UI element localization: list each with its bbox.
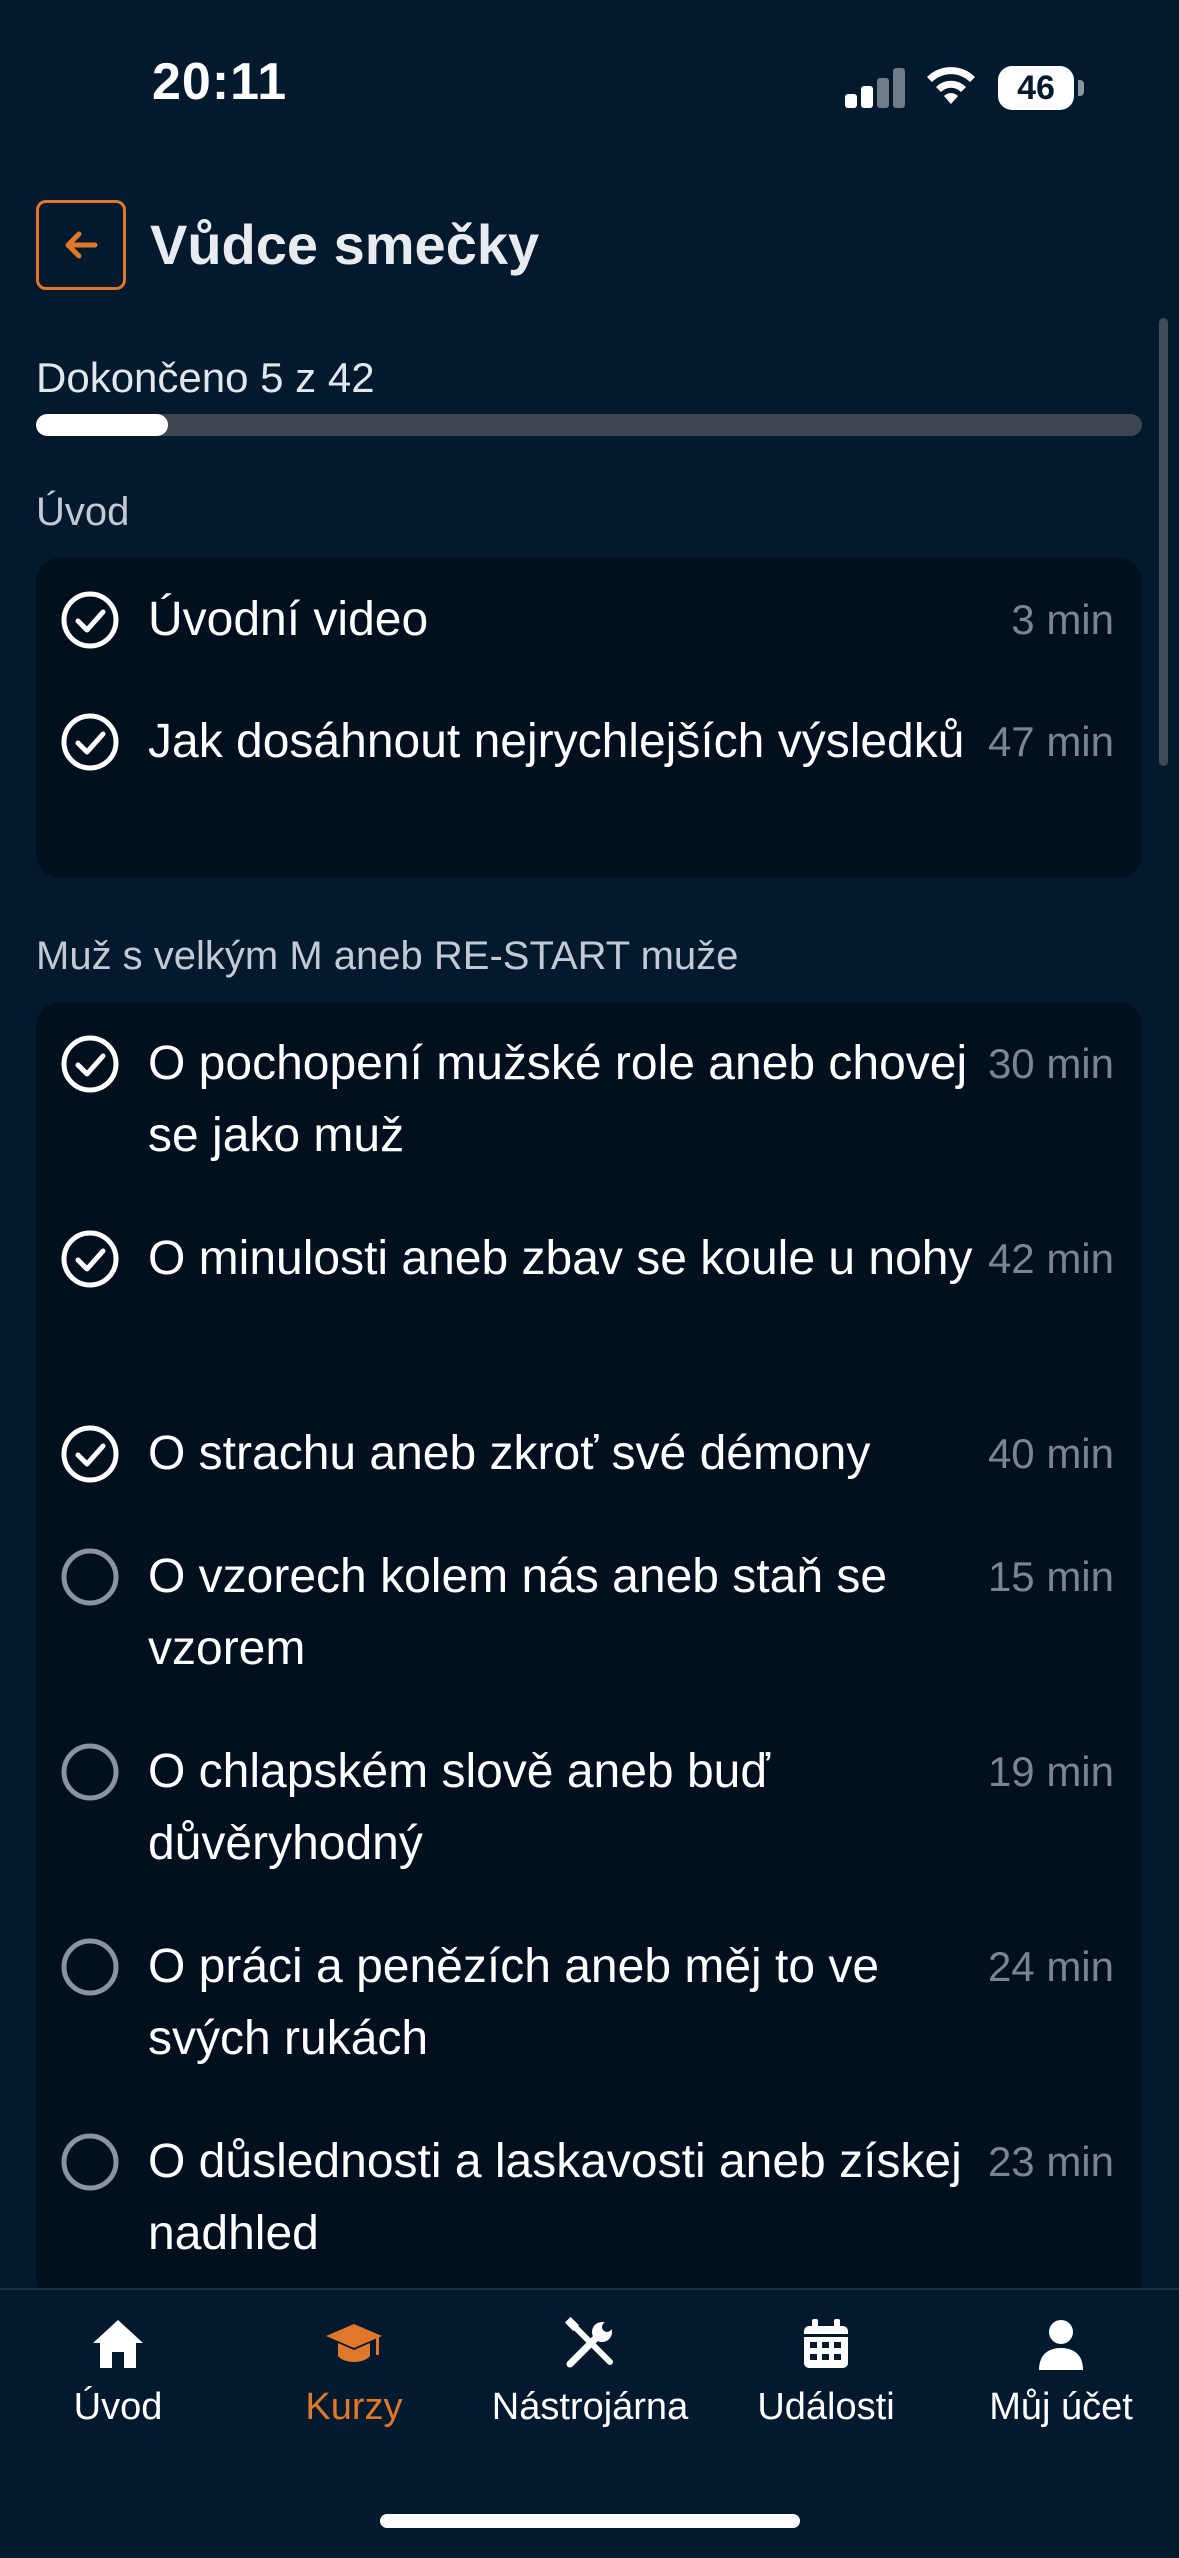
nav-item-muj-ucet[interactable]: Můj účet xyxy=(943,2314,1179,2429)
lesson-title: O práci a penězích aneb měj to ve svých … xyxy=(148,1940,880,2065)
check-circle-icon xyxy=(61,713,119,771)
empty-circle-icon xyxy=(61,1938,119,1996)
lesson-title: Úvodní video xyxy=(148,593,429,646)
lesson-title: O strachu aneb zkroť své démony xyxy=(148,1427,871,1480)
lesson-title: O chlapském slově aneb buď důvěryhodný xyxy=(148,1745,770,1870)
lesson-item[interactable]: O důslednosti a laskavosti aneb získej n… xyxy=(36,2126,1142,2270)
nav-item-uvod[interactable]: Úvod xyxy=(0,2314,236,2429)
empty-circle-icon xyxy=(61,2133,119,2191)
arrow-left-icon xyxy=(65,231,98,259)
lesson-item[interactable]: O práci a penězích aneb měj to ve svých … xyxy=(36,1931,1142,2075)
lesson-duration: 40 min xyxy=(987,1430,1114,1477)
wifi-icon xyxy=(927,67,975,104)
progress-bar-fill xyxy=(36,414,168,436)
calendar-icon xyxy=(804,2319,848,2368)
nav-item-nastrojarna[interactable]: Nástrojárna xyxy=(472,2314,708,2429)
lesson-duration: 3 min xyxy=(1011,596,1114,643)
nav-label: Nástrojárna xyxy=(491,2386,689,2428)
battery-cap xyxy=(1078,80,1084,96)
nav-item-udalosti[interactable]: Události xyxy=(708,2314,944,2429)
lesson-item[interactable]: O strachu aneb zkroť své démony 40 min xyxy=(36,1418,1142,1490)
lesson-title: O důslednosti a laskavosti aneb získej n… xyxy=(148,2135,962,2260)
status-time: 20:11 xyxy=(152,53,288,111)
back-button[interactable] xyxy=(36,200,126,290)
lesson-duration: 30 min xyxy=(987,1040,1114,1087)
user-icon xyxy=(1039,2320,1083,2370)
section-card-muz: O pochopení mužské role aneb chovej se j… xyxy=(36,1002,1142,2302)
check-circle-icon xyxy=(61,1035,119,1093)
nav-label: Můj účet xyxy=(989,2386,1133,2428)
progress-bar xyxy=(36,414,1142,436)
check-circle-icon xyxy=(61,1230,119,1288)
cellular-signal-icon xyxy=(845,68,905,108)
nav-label: Události xyxy=(757,2386,895,2428)
lesson-title: O vzorech kolem nás aneb staň se vzorem xyxy=(148,1550,888,1675)
empty-circle-icon xyxy=(61,1548,119,1606)
nav-label: Kurzy xyxy=(305,2386,403,2428)
home-icon xyxy=(93,2320,143,2368)
lesson-title: Jak dosáhnout nejrychlejších výsledků xyxy=(148,715,965,768)
lesson-item[interactable]: O pochopení mužské role aneb chovej se j… xyxy=(36,1028,1142,1172)
tools-icon xyxy=(564,2316,613,2368)
lesson-title: O pochopení mužské role aneb chovej se j… xyxy=(148,1037,968,1162)
lesson-duration: 23 min xyxy=(987,2138,1114,2185)
nav-item-kurzy[interactable]: Kurzy xyxy=(236,2314,472,2429)
lesson-duration: 47 min xyxy=(987,718,1114,765)
lesson-item[interactable]: O vzorech kolem nás aneb staň se vzorem … xyxy=(36,1541,1142,1685)
status-bar: 20:11 46 xyxy=(0,0,1179,170)
nav-label: Úvod xyxy=(73,2386,163,2428)
progress-label: Dokončeno 5 z 42 xyxy=(36,354,375,401)
check-circle-icon xyxy=(61,591,119,649)
lesson-item[interactable]: Jak dosáhnout nejrychlejších výsledků 47… xyxy=(36,706,1142,850)
lesson-duration: 15 min xyxy=(987,1553,1114,1600)
lesson-duration: 24 min xyxy=(987,1943,1114,1990)
home-indicator xyxy=(380,2514,800,2528)
lesson-item[interactable]: Úvodní video 3 min xyxy=(36,584,1142,656)
lesson-duration: 19 min xyxy=(987,1748,1114,1795)
check-circle-icon xyxy=(61,1425,119,1483)
section-card-uvod: Úvodní video 3 min Jak dosáhnout nejrych… xyxy=(36,558,1142,878)
scrollbar[interactable] xyxy=(1159,318,1168,766)
section-title-uvod: Úvod xyxy=(36,490,130,534)
lesson-item[interactable]: O minulosti aneb zbav se koule u nohy 42… xyxy=(36,1223,1142,1367)
empty-circle-icon xyxy=(61,1743,119,1801)
lesson-item[interactable]: O chlapském slově aneb buď důvěryhodný 1… xyxy=(36,1736,1142,1880)
page-title: Vůdce smečky xyxy=(150,213,540,276)
section-title-muz: Muž s velkým M aneb RE-START muže xyxy=(36,934,739,978)
lesson-duration: 42 min xyxy=(987,1235,1114,1282)
lesson-title: O minulosti aneb zbav se koule u nohy xyxy=(148,1232,973,1285)
battery-indicator: 46 xyxy=(998,66,1074,110)
graduation-cap-icon xyxy=(326,2324,382,2362)
